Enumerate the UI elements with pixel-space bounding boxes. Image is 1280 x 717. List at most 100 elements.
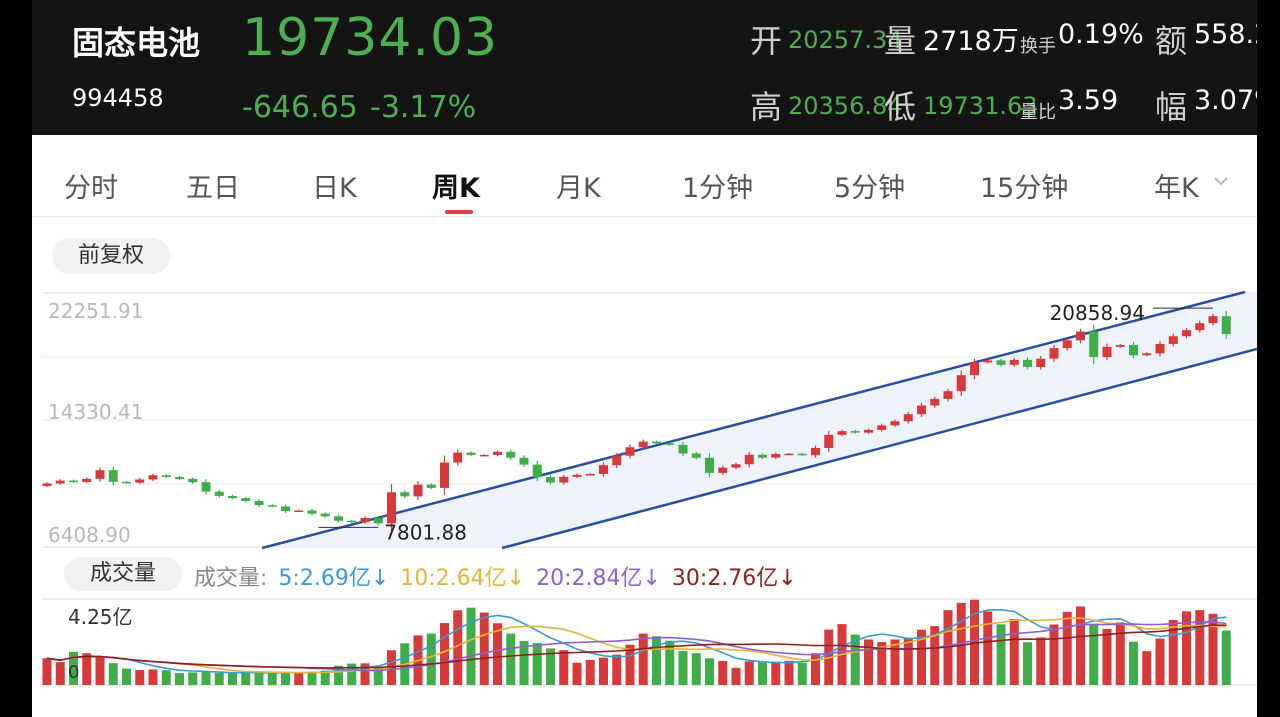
volume-bar [1221, 630, 1231, 685]
candle-body [731, 464, 741, 468]
volume-bar [983, 611, 993, 685]
candle-body [82, 478, 92, 482]
candle-body [493, 451, 502, 455]
volume-bar [1142, 651, 1152, 685]
candle-body [532, 464, 542, 478]
volume-bar [1036, 637, 1046, 685]
candle-body [479, 454, 489, 457]
candle-body [1129, 345, 1138, 356]
volume-bar [903, 637, 913, 685]
volume-max-label: 4.25亿 [68, 605, 133, 629]
volume-bar [122, 668, 131, 685]
candle-body [652, 441, 661, 444]
candle-body [108, 470, 118, 482]
volume-bar [241, 672, 251, 685]
volume-bar [890, 639, 900, 685]
volume-bar [1023, 642, 1032, 685]
volume-bar [466, 607, 476, 685]
candle-body [744, 454, 754, 465]
volume-indicator-button[interactable]: 成交量 [64, 557, 182, 591]
volume-bar [1009, 619, 1019, 685]
candle-body [42, 483, 52, 486]
volume-bar [705, 658, 714, 685]
volume-bar [440, 623, 449, 685]
candle-body [201, 482, 211, 492]
candle-body [1049, 348, 1059, 359]
candle-body [1155, 343, 1165, 354]
candle-body [1168, 336, 1178, 344]
volume-bar [82, 653, 92, 685]
volume-bar [201, 672, 211, 685]
candle-body [718, 467, 728, 473]
candle-body [970, 362, 979, 376]
app-frame: 固态电池 994458 19734.03 -646.65 -3.17% 开 20… [32, 0, 1257, 717]
volume-bar [1155, 638, 1165, 685]
volume-ma10-line [46, 617, 1227, 674]
volume-bar [585, 659, 595, 685]
candle-body [1208, 316, 1218, 324]
candle-body [585, 473, 595, 476]
candle-body [665, 443, 675, 445]
candle-body [1089, 331, 1099, 358]
volume-zero-label: 0 [68, 662, 79, 683]
candle-body [811, 447, 820, 456]
volume-bar [784, 660, 794, 685]
y-tick-min: 6408.90 [48, 523, 131, 547]
candle-body [956, 375, 966, 392]
volume-bar [996, 624, 1006, 685]
volume-bar [691, 653, 701, 685]
candle-body [148, 475, 158, 480]
candle-body [1221, 316, 1231, 335]
candle-body [135, 479, 145, 483]
candle-body [705, 457, 714, 473]
candle-body [161, 475, 171, 477]
volume-bar [731, 667, 741, 685]
candle-body [943, 391, 953, 399]
volume-legend-prefix: 成交量: [194, 566, 268, 591]
candle-body [824, 434, 834, 448]
candle-body [638, 441, 648, 448]
candle-body [241, 498, 251, 501]
candle-body [983, 360, 993, 363]
candle-body [1076, 331, 1085, 341]
candle-body [188, 478, 198, 483]
volume-bar [1102, 628, 1112, 685]
volume-ma30-line [46, 624, 1227, 669]
candle-body [1036, 358, 1046, 367]
volume-bar [864, 639, 873, 685]
candle-body [1009, 359, 1019, 365]
candle-body [387, 492, 396, 524]
volume-ma5: 5:2.69亿↓ [278, 566, 390, 591]
volume-bar [612, 654, 622, 685]
volume-bar [758, 661, 767, 685]
volume-bar [479, 612, 489, 685]
volume-bar [678, 650, 688, 685]
candle-body [214, 491, 224, 496]
volume-bar [281, 672, 290, 685]
candle-body [453, 452, 463, 463]
candle-body [294, 510, 304, 513]
volume-bar [559, 650, 569, 685]
candle-body [1102, 346, 1112, 358]
volume-bar [42, 658, 52, 685]
candle-body [691, 453, 701, 458]
candle-body [519, 457, 529, 465]
candle-body [559, 476, 569, 483]
candle-body [612, 455, 622, 466]
volume-bar [1115, 622, 1125, 685]
volume-bar [572, 662, 582, 685]
candle-body [758, 454, 767, 458]
candle-body [466, 452, 476, 456]
candle-body [307, 510, 317, 514]
volume-bar [1062, 611, 1072, 685]
candle-body [1182, 330, 1191, 337]
volume-bar [148, 669, 158, 685]
candle-body [864, 429, 873, 433]
volume-bar [797, 662, 807, 685]
candle-body [784, 453, 794, 456]
volume-bar [175, 673, 184, 685]
candle-body [281, 506, 290, 512]
volume-bar [307, 672, 317, 685]
volume-ma10: 10:2.64亿↓ [400, 566, 526, 591]
volume-bar [135, 670, 145, 685]
